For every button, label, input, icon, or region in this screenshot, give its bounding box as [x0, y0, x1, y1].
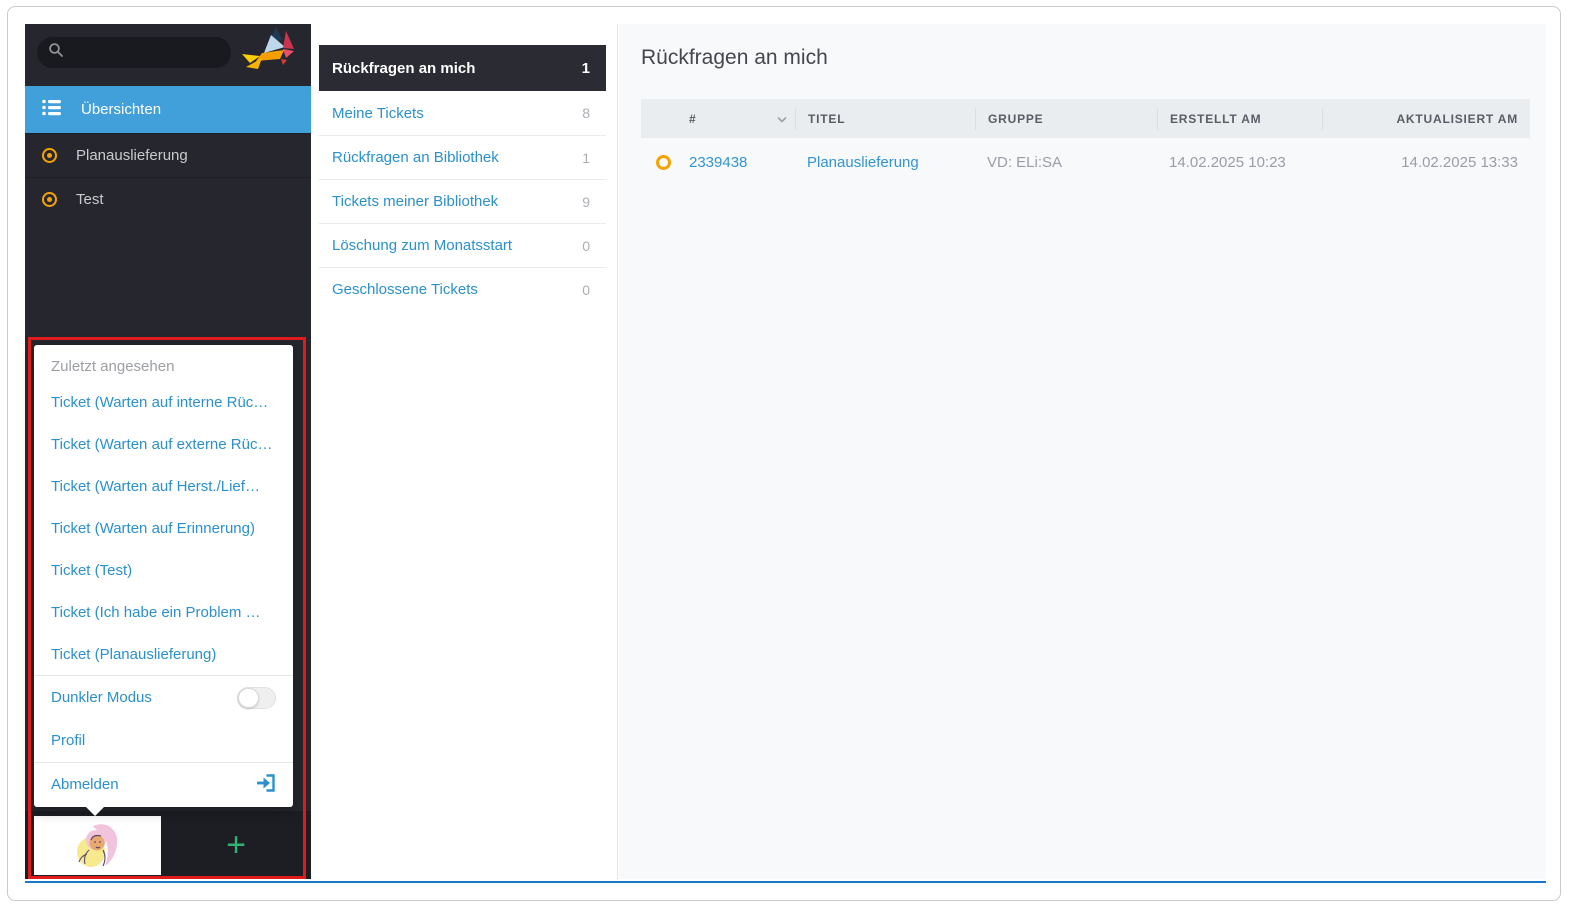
dark-mode-label: Dunkler Modus [51, 689, 152, 706]
recent-ticket-link[interactable]: Ticket (Ich habe ein Problem … [34, 591, 293, 633]
overview-label: Geschlossene Tickets [332, 281, 478, 298]
app-container: Übersichten Planauslieferung Test + Zule… [25, 24, 1546, 883]
sort-chevron-icon[interactable] [777, 112, 795, 126]
recent-ticket-link[interactable]: Ticket (Planauslieferung) [34, 633, 293, 675]
overview-label: Rückfragen an mich [332, 59, 476, 77]
ticket-state-icon [42, 192, 57, 207]
ticket-state-cell [641, 154, 677, 170]
list-icon [42, 99, 62, 120]
overview-count: 9 [582, 193, 590, 210]
ticket-number-link[interactable]: 2339438 [689, 154, 747, 171]
overview-count: 1 [581, 59, 590, 77]
sidebar-item-label: Übersichten [81, 101, 162, 118]
plus-icon: + [226, 825, 246, 864]
overviews-list: Rückfragen an mich 1 Meine Tickets 8 Rüc… [319, 45, 606, 311]
profile-label: Profil [51, 732, 86, 749]
sidebar-item-test[interactable]: Test [25, 177, 311, 221]
sidebar-item-label: Test [76, 191, 104, 208]
pending-state-icon [656, 154, 671, 170]
search-icon [48, 42, 64, 63]
app-window: Übersichten Planauslieferung Test + Zule… [7, 6, 1561, 901]
overview-count: 0 [582, 281, 590, 298]
recent-ticket-link[interactable]: Ticket (Test) [34, 549, 293, 591]
overview-label: Rückfragen an Bibliothek [332, 149, 499, 166]
sidebar-item-uebersichten[interactable]: Übersichten [25, 86, 311, 133]
overview-item-rueckfragen-an-mich[interactable]: Rückfragen an mich 1 [319, 45, 606, 91]
overview-label: Tickets meiner Bibliothek [332, 193, 499, 210]
profile-menu-item[interactable]: Profil [34, 719, 293, 762]
table-row[interactable]: 2339438 Planauslieferung VD: ELi:SA 14.0… [641, 138, 1530, 186]
logout-label: Abmelden [51, 776, 119, 793]
ticket-created-at: 14.02.2025 10:23 [1169, 153, 1286, 171]
recent-ticket-link[interactable]: Ticket (Warten auf Herst./Lief… [34, 465, 293, 507]
ticket-table: # TITEL GRUPPE ERSTELLT AM AKTUALISIERT … [641, 99, 1530, 186]
overview-count: 8 [582, 105, 590, 121]
overview-item-rueckfragen-an-bibliothek[interactable]: Rückfragen an Bibliothek 1 [319, 135, 606, 179]
overview-item-meine-tickets[interactable]: Meine Tickets 8 [319, 91, 606, 135]
number-column-header[interactable]: # [677, 112, 795, 126]
title-column-header[interactable]: TITEL [795, 107, 975, 130]
dark-mode-menu-item[interactable]: Dunkler Modus [34, 676, 293, 719]
ticket-state-icon [42, 148, 57, 163]
dark-mode-toggle[interactable] [237, 686, 276, 709]
search-input[interactable] [72, 44, 222, 61]
overview-count: 0 [582, 237, 590, 254]
sidebar-item-label: Planauslieferung [76, 147, 188, 164]
group-column-header[interactable]: GRUPPE [975, 107, 1157, 130]
logout-icon [255, 773, 276, 797]
search-bar[interactable] [37, 37, 231, 68]
created-column-header[interactable]: ERSTELLT AM [1157, 107, 1322, 130]
overview-item-tickets-meiner-bibliothek[interactable]: Tickets meiner Bibliothek 9 [319, 179, 606, 223]
overviews-column: Rückfragen an mich 1 Meine Tickets 8 Rüc… [311, 24, 618, 879]
overview-item-loeschung-zum-monatsstart[interactable]: Löschung zum Monatsstart 0 [319, 223, 606, 267]
updated-column-header[interactable]: AKTUALISIERT AM [1322, 107, 1530, 130]
user-avatar[interactable] [34, 816, 161, 875]
overview-count: 1 [582, 149, 590, 166]
sidebar-menu: Übersichten Planauslieferung Test [25, 86, 311, 221]
user-menu-popup: Zuletzt angesehen Ticket (Warten auf int… [34, 345, 293, 816]
overview-item-geschlossene-tickets[interactable]: Geschlossene Tickets 0 [319, 267, 606, 311]
recent-ticket-link[interactable]: Ticket (Warten auf externe Rüc… [34, 423, 293, 465]
overview-label: Löschung zum Monatsstart [332, 237, 513, 254]
page-title: Rückfragen an mich [641, 46, 828, 69]
ticket-title-link[interactable]: Planauslieferung [807, 154, 919, 171]
ticket-group: VD: ELi:SA [987, 153, 1063, 171]
logout-menu-item[interactable]: Abmelden [34, 763, 293, 806]
sidebar-item-planauslieferung[interactable]: Planauslieferung [25, 133, 311, 177]
main-content: Rückfragen an mich # TITEL GRUPPE ERSTEL… [619, 24, 1546, 879]
ticket-updated-at: 14.02.2025 13:33 [1401, 153, 1518, 171]
table-header-row: # TITEL GRUPPE ERSTELLT AM AKTUALISIERT … [641, 99, 1530, 138]
overview-label: Meine Tickets [332, 104, 424, 122]
add-tab-button[interactable]: + [161, 811, 311, 879]
recently-viewed-heading: Zuletzt angesehen [51, 357, 175, 375]
recent-ticket-link[interactable]: Ticket (Warten auf interne Rüc… [34, 381, 293, 423]
recent-ticket-link[interactable]: Ticket (Warten auf Erinnerung) [34, 507, 293, 549]
toggle-knob [238, 687, 259, 708]
taskbar: + [25, 811, 311, 879]
zammad-logo-icon [242, 27, 306, 82]
